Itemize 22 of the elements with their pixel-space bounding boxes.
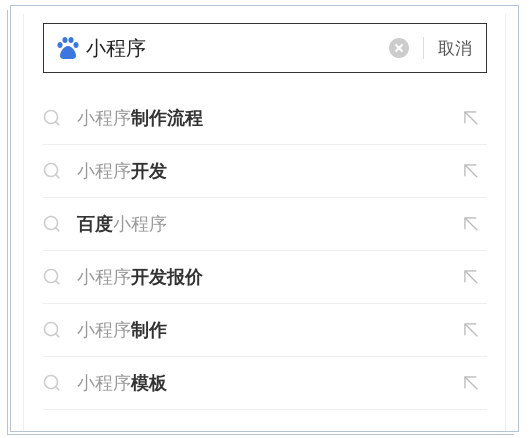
- search-icon: [43, 215, 61, 233]
- suggestion-text[interactable]: 小程序开发: [77, 159, 463, 183]
- cancel-button[interactable]: 取消: [438, 36, 472, 60]
- paw-logo-icon: [56, 36, 80, 60]
- arrow-icon[interactable]: [463, 322, 479, 338]
- search-icon: [43, 374, 61, 392]
- search-icon: [43, 109, 61, 127]
- suggestion-text[interactable]: 小程序制作流程: [77, 106, 463, 130]
- arrow-icon[interactable]: [463, 216, 479, 232]
- search-icon: [43, 321, 61, 339]
- search-icon: [43, 268, 61, 286]
- suggestion-text[interactable]: 小程序制作: [77, 318, 463, 342]
- arrow-icon[interactable]: [463, 269, 479, 285]
- suggestion-text[interactable]: 百度小程序: [77, 212, 463, 236]
- arrow-icon[interactable]: [463, 163, 479, 179]
- search-field[interactable]: 小程序 取消: [43, 23, 487, 73]
- search-icon: [43, 162, 61, 180]
- clear-icon[interactable]: [389, 38, 409, 58]
- suggestion-text[interactable]: 小程序开发报价: [77, 265, 463, 289]
- arrow-icon[interactable]: [463, 110, 479, 126]
- suggestion-text[interactable]: 小程序模板: [77, 371, 463, 395]
- arrow-icon[interactable]: [463, 375, 479, 391]
